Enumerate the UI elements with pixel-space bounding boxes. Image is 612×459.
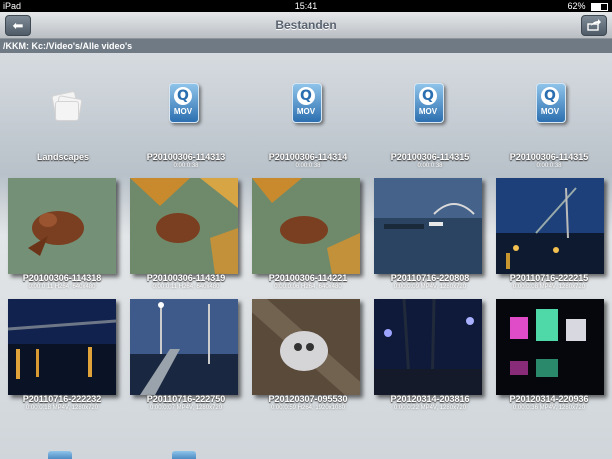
battery-indicator: 62% [567,0,608,12]
video-thumbnail [8,299,116,395]
video-item[interactable]: P20110716-222750 0:00:0:07 MP4V, 1280x72… [124,299,248,417]
video-item[interactable]: P20120307-095530 0:00:0:59 H264, 1920x10… [246,299,370,417]
file-meta: 0:00:0:08 MP4V, 1280x720 [512,284,586,290]
share-button[interactable] [581,15,607,36]
file-name: P20100306-114319 [146,273,226,283]
share-icon [587,19,601,31]
file-name: P20110716-220808 [390,273,470,283]
battery-percent: 62% [567,1,586,11]
file-name: P20100306-114314 [268,152,348,162]
video-thumbnail [252,299,360,395]
video-item[interactable]: P20110716-220808 0:00:0:09 MP4V, 1280x72… [368,177,492,295]
file-item[interactable]: Q MOV P20100306-114314 0:00:0:38 [246,53,370,171]
folder-item[interactable]: Landscapes [0,53,124,171]
navigation-bar: ⬅ Bestanden [0,12,612,39]
video-thumbnail [374,299,482,395]
file-meta: 0:00:0:38 [173,163,199,169]
video-item[interactable]: P20100306-114318 0:00:0:11 H264, 640x480 [0,177,124,295]
file-meta: 0:00:0:38 [536,163,562,169]
file-name: P20100306-114313 [146,152,226,162]
mov-file-icon: Q MOV [414,83,444,123]
file-name: P20100306-114221 [268,273,348,283]
file-meta: 0:00:0:06 H264, 640x480 [274,284,342,290]
folder-name: Landscapes [36,152,90,162]
breadcrumb-path: /KKM: Kc:/Video's/Alle video's [0,39,612,53]
video-thumbnail [130,178,238,274]
file-name: P20110716-222232 [22,394,102,404]
video-thumbnail [130,299,238,395]
file-meta: 0:00:0:11 H264, 640x480 [28,284,96,290]
file-meta: 0:00:0:09 MP4V, 1280x720 [393,284,467,290]
video-thumbnail [374,178,482,274]
page-title: Bestanden [275,18,337,32]
status-bar: iPad 15:41 62% [0,0,612,12]
file-name: P20120307-095530 [268,394,348,404]
file-name: P20100306-114315 [390,152,470,162]
battery-icon [591,2,608,11]
mov-file-icon: Q MOV [292,83,322,123]
partial-file-icon[interactable] [172,451,196,459]
video-thumbnail [8,178,116,274]
file-name: P20110716-222215 [509,273,589,283]
file-name: P20100306-114318 [22,273,102,283]
file-meta: 0:00:0:11 H264, 640x480 [152,284,220,290]
video-thumbnail [252,178,360,274]
file-name: P20110716-222750 [146,394,226,404]
file-name: P20120314-220936 [509,394,589,404]
file-item[interactable]: Q MOV P20100306-114313 0:00:0:38 [124,53,248,171]
file-grid[interactable]: Landscapes Q MOV P20100306-114313 0:00:0:… [0,53,612,459]
video-item[interactable]: P20110716-222232 0:00:0:18 MP4V, 1280x72… [0,299,124,417]
file-name: P20100306-114315 [509,152,589,162]
video-item[interactable]: P20100306-114221 0:00:0:06 H264, 640x480 [246,177,370,295]
video-item[interactable]: P20120314-220936 0:00:0:36 MP4V, 1280x72… [490,299,612,417]
video-item[interactable]: P20120314-203816 0:00:0:22 MP4V, 1280x72… [368,299,492,417]
file-meta: 0:00:0:18 MP4V, 1280x720 [25,405,99,411]
file-name: P20120314-203816 [390,394,470,404]
file-meta: 0:00:0:59 H264, 1920x1080 [270,405,346,411]
file-meta: 0:00:0:22 MP4V, 1280x720 [393,405,467,411]
file-meta: 0:00:0:38 [417,163,443,169]
file-item[interactable]: Q MOV P20100306-114315 0:00:0:38 [490,53,612,171]
file-meta: 0:00:0:38 [295,163,321,169]
folder-icon [47,90,83,123]
mov-file-icon: Q MOV [169,83,199,123]
file-item[interactable]: Q MOV P20100306-114315 0:00:0:38 [368,53,492,171]
video-thumbnail [496,178,604,274]
partial-file-icon[interactable] [48,451,72,459]
file-meta: 0:00:0:07 MP4V, 1280x720 [149,405,223,411]
video-thumbnail [496,299,604,395]
mov-file-icon: Q MOV [536,83,566,123]
file-meta: 0:00:0:36 MP4V, 1280x720 [512,405,586,411]
video-item[interactable]: P20100306-114319 0:00:0:11 H264, 640x480 [124,177,248,295]
video-item[interactable]: P20110716-222215 0:00:0:08 MP4V, 1280x72… [490,177,612,295]
clock: 15:41 [294,1,318,11]
